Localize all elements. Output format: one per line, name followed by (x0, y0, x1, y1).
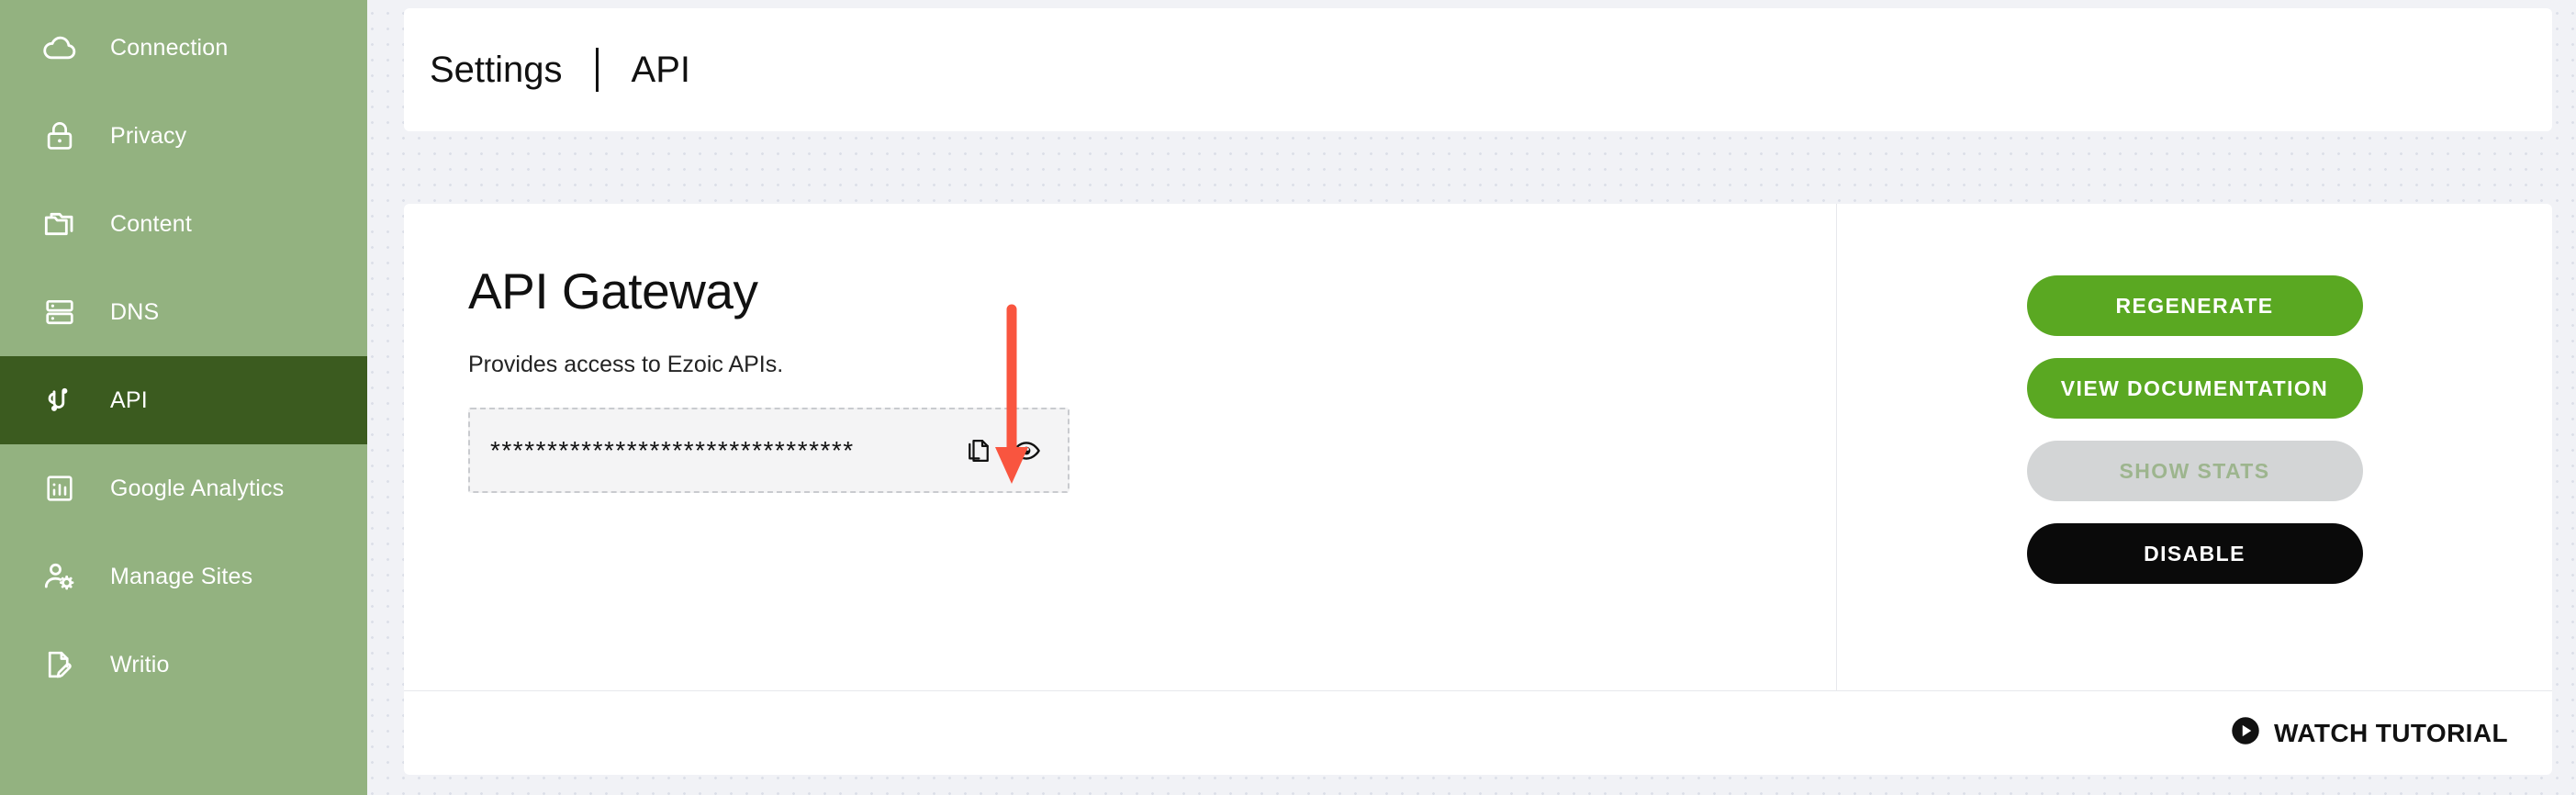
view-documentation-button[interactable]: VIEW DOCUMENTATION (2026, 358, 2363, 419)
watch-tutorial-label: WATCH TUTORIAL (2274, 718, 2508, 747)
sidebar-item-writio[interactable]: Writio (0, 621, 367, 709)
eye-icon[interactable] (1011, 435, 1042, 466)
user-settings-icon (40, 557, 79, 596)
show-stats-button: SHOW STATS (2026, 441, 2363, 501)
breadcrumb-parent[interactable]: Settings (430, 50, 563, 91)
sidebar-item-label: Privacy (110, 122, 187, 149)
api-connector-icon (40, 381, 79, 420)
server-icon (40, 293, 79, 331)
card-footer: WATCH TUTORIAL (404, 691, 2552, 775)
copy-icon[interactable] (963, 435, 994, 466)
sidebar-item-content[interactable]: Content (0, 180, 367, 268)
play-circle-icon (2230, 715, 2261, 751)
api-actions-panel: REGENERATE VIEW DOCUMENTATION SHOW STATS… (1837, 204, 2552, 690)
sidebar-item-privacy[interactable]: Privacy (0, 92, 367, 180)
sidebar-item-dns[interactable]: DNS (0, 268, 367, 356)
breadcrumb-separator (595, 48, 599, 92)
sidebar-item-label: DNS (110, 298, 160, 325)
regenerate-button[interactable]: REGENERATE (2026, 275, 2363, 336)
page-description: Provides access to Ezoic APIs. (468, 352, 784, 377)
bar-chart-icon (40, 469, 79, 508)
page-header-card: Settings API (404, 8, 2552, 131)
disable-button[interactable]: DISABLE (2026, 523, 2363, 584)
page-title: API Gateway (468, 263, 758, 319)
api-gateway-card-body: API Gateway Provides access to Ezoic API… (404, 204, 2552, 690)
sidebar-item-label: Connection (110, 34, 229, 61)
lock-icon (40, 117, 79, 155)
sidebar-item-label: Manage Sites (110, 563, 253, 589)
watch-tutorial-button[interactable]: WATCH TUTORIAL (2230, 715, 2508, 751)
sidebar-item-manage-sites[interactable]: Manage Sites (0, 532, 367, 621)
sidebar-item-label: Content (110, 210, 192, 237)
sidebar-item-api[interactable]: API (0, 356, 367, 444)
breadcrumb: Settings API (430, 48, 690, 92)
breadcrumb-current: API (631, 49, 691, 90)
api-key-masked-value: ******************************** (490, 437, 855, 464)
api-settings-page: Connection Privacy Content DNS API Googl… (0, 0, 2576, 795)
folder-icon (40, 205, 79, 243)
api-key-field[interactable]: ******************************** (468, 408, 1070, 493)
sidebar-item-label: API (110, 386, 148, 413)
cloud-icon (40, 28, 79, 67)
sidebar-item-connection[interactable]: Connection (0, 4, 367, 92)
document-edit-icon (40, 645, 79, 684)
api-gateway-details: API Gateway Provides access to Ezoic API… (404, 204, 1836, 690)
sidebar-item-google-analytics[interactable]: Google Analytics (0, 444, 367, 532)
api-gateway-card: API Gateway Provides access to Ezoic API… (404, 204, 2552, 775)
sidebar-item-label: Writio (110, 651, 170, 677)
sidebar-navigation: Connection Privacy Content DNS API Googl… (0, 0, 367, 795)
sidebar-item-label: Google Analytics (110, 475, 285, 501)
